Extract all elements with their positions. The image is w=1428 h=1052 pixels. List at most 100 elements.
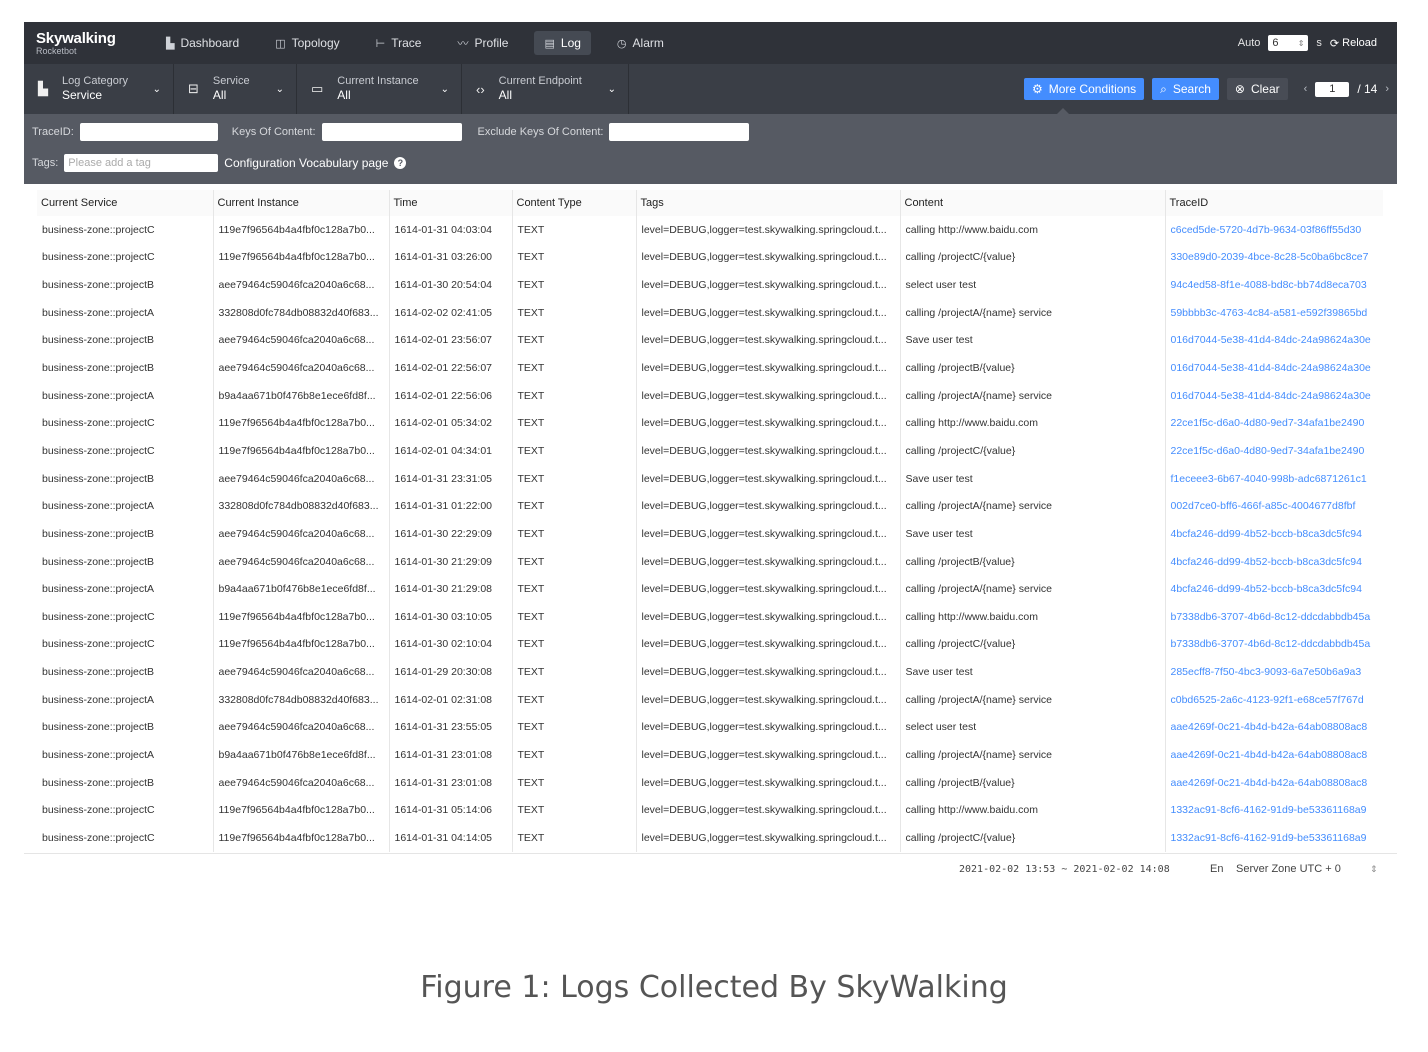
tags-input[interactable]: Please add a tag [64,154,219,172]
table-row[interactable]: business-zone::projectC 119e7f96564b4a4fb… [37,824,1383,852]
table-row[interactable]: business-zone::projectB aee79464c59046fca… [37,547,1383,576]
table-row[interactable]: business-zone::projectA b9a4aa671b0f476b8… [37,741,1383,769]
table-cell: calling http://www.baidu.com [900,602,1166,631]
table-row[interactable]: business-zone::projectC 119e7f96564b4a4fb… [37,602,1383,631]
table-row[interactable]: business-zone::projectB aee79464c59046fca… [37,520,1383,548]
trace-id-link[interactable]: 1332ac91-8cf6-4162-91d9-be53361168a9 [1165,796,1383,824]
table-row[interactable]: business-zone::projectC 119e7f96564b4a4fb… [37,630,1383,659]
table-row[interactable]: business-zone::projectB aee79464c59046fca… [37,354,1383,382]
table-cell: calling /projectC/{value} [900,630,1166,659]
trace-id-link[interactable]: 59bbbb3c-4763-4c84-a581-e592f39865bd [1165,299,1383,327]
dashboard-icon: ▙ [166,37,175,50]
trace-id-link[interactable]: 94c4ed58-8f1e-4088-bd8c-bb74d8eca703 [1165,271,1383,299]
table-row[interactable]: business-zone::projectC 119e7f96564b4a4fb… [37,437,1383,465]
table-row[interactable]: business-zone::projectA 332808d0fc784db08… [37,298,1383,327]
more-conditions-button[interactable]: ⚙ More Conditions [1023,78,1145,100]
table-row[interactable]: business-zone::projectB aee79464c59046fca… [37,326,1383,355]
nav-item-trace[interactable]: ⊢ Trace [366,31,432,55]
log-category-select[interactable]: ▙ Log Category Service ⌄ [24,64,174,114]
table-row[interactable]: business-zone::projectA b9a4aa671b0f476b8… [37,381,1383,410]
table-cell: 1614-02-01 02:31:08 [389,685,513,714]
table-row[interactable]: business-zone::projectC 119e7f96564b4a4fb… [37,409,1383,438]
trace-id-link[interactable]: 1332ac91-8cf6-4162-91d9-be53361168a9 [1165,824,1383,852]
table-row[interactable]: business-zone::projectB aee79464c59046fca… [37,713,1383,742]
trace-id-link[interactable]: c0bd6525-2a6c-4123-92f1-e68ce57f767d [1165,686,1383,714]
trace-id-link[interactable]: 22ce1f5c-d6a0-4d80-9ed7-34afa1be2490 [1165,409,1383,437]
package-icon: ⊟ [188,81,199,96]
table-cell: Save user test [900,326,1166,355]
table-cell: aee79464c59046fca2040a6c68... [213,326,390,355]
service-select[interactable]: ⊟ Service All ⌄ [174,64,297,114]
trace-id-link[interactable]: aae4269f-0c21-4b4d-b42a-64ab08808ac8 [1165,741,1383,769]
table-cell: business-zone::projectB [37,354,214,382]
table-cell: level=DEBUG,logger=test.skywalking.sprin… [636,326,901,355]
next-page-icon[interactable]: › [1385,83,1389,95]
trace-id-link[interactable]: 016d7044-5e38-41d4-84dc-24a98624a30e [1165,327,1383,355]
zone-stepper-icon[interactable]: ⇕ [1370,864,1378,875]
interval-stepper[interactable]: 6 ⇕ [1268,35,1309,51]
trace-id-input[interactable] [79,123,218,141]
table-cell: 119e7f96564b4a4fbf0c128a7b0... [213,602,390,631]
log-icon: ▤ [544,37,555,50]
trace-id-link[interactable]: b7338db6-3707-4b6d-8c12-ddcdabbdb45a [1165,631,1383,659]
nav-item-alarm[interactable]: ◷ Alarm [607,31,674,55]
language-switch[interactable]: En [1210,863,1223,875]
trace-id-link[interactable]: 002d7ce0-bff6-466f-a85c-4004677d8fbf [1165,492,1383,520]
table-cell: calling /projectA/{name} service [900,575,1166,603]
table-cell: 1614-01-31 03:26:00 [389,243,513,272]
log-category-value: Service [62,88,103,103]
table-cell: 332808d0fc784db08832d40f683... [213,685,390,714]
table-row[interactable]: business-zone::projectA b9a4aa671b0f476b8… [37,575,1383,603]
trace-id-link[interactable]: 22ce1f5c-d6a0-4d80-9ed7-34afa1be2490 [1165,437,1383,465]
table-cell: calling /projectC/{value} [900,243,1166,272]
table-row[interactable]: business-zone::projectC 119e7f96564b4a4fb… [37,243,1383,272]
prev-page-icon[interactable]: ‹ [1304,83,1308,95]
trace-id-link[interactable]: b7338db6-3707-4b6d-8c12-ddcdabbdb45a [1165,603,1383,631]
table-row[interactable]: business-zone::projectB aee79464c59046fca… [37,271,1383,299]
table-row[interactable]: business-zone::projectA 332808d0fc784db08… [37,492,1383,521]
trace-id-link[interactable]: 016d7044-5e38-41d4-84dc-24a98624a30e [1165,354,1383,382]
stepper-icon[interactable]: ⇕ [1298,39,1305,48]
table-row[interactable]: business-zone::projectB aee79464c59046fca… [37,768,1383,797]
table-row[interactable]: business-zone::projectA 332808d0fc784db08… [37,685,1383,714]
table-cell: calling /projectA/{name} service [900,492,1166,521]
table-cell: calling /projectB/{value} [900,768,1166,797]
table-cell: level=DEBUG,logger=test.skywalking.sprin… [636,492,901,521]
trace-id-link[interactable]: f1eceee3-6b67-4040-998b-adc6871261c1 [1165,465,1383,493]
keys-input[interactable] [321,123,462,141]
table-cell: business-zone::projectC [37,409,214,438]
trace-id-link[interactable]: c6ced5de-5720-4d7b-9634-03f86ff55d30 [1165,216,1383,244]
search-button[interactable]: ⌕ Search [1152,78,1219,100]
table-row[interactable]: business-zone::projectC 119e7f96564b4a4fb… [37,796,1383,825]
nav-item-profile[interactable]: 〰 Profile [447,31,518,55]
page-input[interactable]: 1 [1315,81,1350,97]
nav-item-topology[interactable]: ◫ Topology [265,31,349,55]
trace-id-link[interactable]: aae4269f-0c21-4b4d-b42a-64ab08808ac8 [1165,714,1383,742]
exclude-keys-input[interactable] [609,123,750,141]
trace-id-link[interactable]: 330e89d0-2039-4bce-8c28-5c0ba6bc8ce7 [1165,244,1383,272]
instance-select[interactable]: ▭ Current Instance All ⌄ [297,64,462,114]
table-cell: 332808d0fc784db08832d40f683... [213,298,390,327]
table-cell: Save user test [900,464,1166,493]
nav-item-label: Trace [391,36,422,50]
endpoint-select[interactable]: ‹› Current Endpoint All ⌄ [462,64,629,114]
trace-id-link[interactable]: 4bcfa246-dd99-4b52-bccb-b8ca3dc5fc94 [1165,575,1383,603]
trace-id-link[interactable]: 4bcfa246-dd99-4b52-bccb-b8ca3dc5fc94 [1165,520,1383,548]
vocabulary-link[interactable]: Configuration Vocabulary page ? [224,156,407,170]
table-row[interactable]: business-zone::projectB aee79464c59046fca… [37,464,1383,493]
trace-id-link[interactable]: 4bcfa246-dd99-4b52-bccb-b8ca3dc5fc94 [1165,548,1383,576]
table-row[interactable]: business-zone::projectC 119e7f96564b4a4fb… [37,216,1383,244]
table-cell: TEXT [512,326,637,355]
table-cell: TEXT [512,547,637,576]
clear-button[interactable]: ⊗ Clear [1226,78,1288,100]
table-cell: TEXT [512,713,637,742]
table-row[interactable]: business-zone::projectB aee79464c59046fca… [37,658,1383,686]
trace-id-link[interactable]: 285ecff8-7f50-4bc3-9093-6a7e50b6a9a3 [1165,658,1383,686]
trace-id-link[interactable]: 016d7044-5e38-41d4-84dc-24a98624a30e [1165,382,1383,410]
table-cell: business-zone::projectA [37,575,214,603]
trace-id-link[interactable]: aae4269f-0c21-4b4d-b42a-64ab08808ac8 [1165,769,1383,797]
nav-item-dashboard[interactable]: ▙ Dashboard [156,31,249,55]
time-range[interactable]: 2021-02-02 13:53 ~ 2021-02-02 14:08 [959,864,1170,875]
reload-button[interactable]: ⟳ Reload [1330,37,1377,50]
nav-item-log[interactable]: ▤ Log [534,31,591,55]
